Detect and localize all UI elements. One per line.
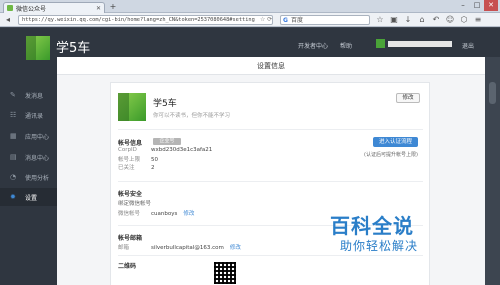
chat-icon[interactable]: ☺ — [445, 15, 455, 25]
divider — [118, 129, 423, 130]
sidebar-item-label: 消息中心 — [25, 154, 50, 162]
divider — [118, 181, 423, 182]
sidebar-item-label: 设置 — [25, 194, 38, 202]
apps-icon: ▦ — [10, 132, 17, 140]
edit-button[interactable]: 修改 — [396, 93, 420, 103]
account-logo — [118, 93, 146, 121]
sidebar-item-label: 发消息 — [25, 92, 44, 100]
followed-value: 2 — [151, 165, 155, 171]
back-icon[interactable]: ◂ — [3, 15, 13, 25]
browser-tab-bar: 微信公众号 ✕ + – □ ✕ — [0, 0, 500, 13]
sidebar-item-apps[interactable]: ▦ 应用中心 — [0, 127, 57, 145]
corp-id-value: wxbd230d3e1c3afa21 — [151, 147, 213, 153]
qr-code-heading: 二维码 — [118, 263, 137, 270]
clipboard-icon[interactable]: ▣ — [389, 15, 399, 25]
account-email-heading: 帐号邮箱 — [118, 235, 143, 242]
maximize-button[interactable]: □ — [470, 0, 484, 11]
bind-wechat-label: 绑定微信帐号 — [118, 201, 152, 207]
pen-icon: ✎ — [10, 91, 16, 99]
sidebar-item-messages[interactable]: ▤ 消息中心 — [0, 148, 57, 166]
account-type-badge: 企业号 — [153, 138, 181, 145]
page-title: 设置信息 — [57, 57, 485, 75]
sidebar-item-send-message[interactable]: ✎ 发消息 — [0, 86, 57, 104]
sidebar: ✎ 发消息 ☷ 通讯录 ▦ 应用中心 ▤ 消息中心 ◔ 使用分析 ✹ 设置 — [0, 66, 57, 285]
home-icon[interactable]: ⌂ — [417, 15, 427, 25]
tab-title: 微信公众号 — [16, 5, 47, 13]
contacts-icon: ☷ — [10, 111, 17, 119]
email-row: 邮箱 silverbullcapital@163.com 修改 — [118, 243, 241, 251]
favicon-icon — [7, 5, 13, 11]
sidebar-item-contacts[interactable]: ☷ 通讯录 — [0, 106, 57, 124]
search-engine-icon: G — [283, 17, 288, 24]
url-field[interactable]: https://qy.weixin.qq.com/cgi-bin/home?la… — [18, 15, 273, 25]
window-controls: – □ ✕ — [456, 0, 498, 11]
wechat-label: 微信帐号 — [118, 211, 141, 217]
app-name: 学5车 — [56, 41, 91, 56]
account-security-heading: 帐号安全 — [118, 191, 143, 198]
search-placeholder: 百度 — [291, 17, 304, 24]
sidebar-item-label: 通讯录 — [25, 112, 44, 120]
wechat-value: cuanboys — [151, 211, 178, 217]
close-window-button[interactable]: ✕ — [484, 0, 498, 11]
account-info-heading: 帐号信息 — [118, 140, 143, 147]
app-logo — [26, 36, 50, 60]
star-icon[interactable]: ☆ — [375, 15, 385, 25]
menu-icon[interactable]: ≡ — [473, 15, 483, 25]
avatar[interactable] — [376, 39, 385, 48]
close-tab-icon[interactable]: ✕ — [96, 5, 101, 12]
wechat-row: 微信帐号 cuanboys 修改 — [118, 209, 194, 217]
watermark-subtitle: 助你轻松解决 — [340, 239, 419, 253]
scrollbar-thumb[interactable] — [489, 82, 496, 104]
email-label: 邮箱 — [118, 245, 130, 251]
followed-label: 已关注 — [118, 165, 135, 171]
email-value: silverbullcapital@163.com — [151, 245, 224, 251]
sidebar-item-label: 应用中心 — [25, 133, 50, 141]
corp-id-label: CorpID — [118, 147, 137, 153]
logout-link[interactable]: 退出 — [462, 41, 474, 50]
developer-center-link[interactable]: 开发者中心 — [298, 41, 328, 50]
watermark-title: 百科全说 — [330, 214, 414, 238]
followed-row: 已关注 2 — [118, 163, 155, 171]
watermark: 百科全说 助你轻松解决 — [320, 210, 490, 258]
account-name: 学5车 — [153, 99, 177, 109]
browser-tab[interactable]: 微信公众号 ✕ — [3, 2, 105, 13]
help-link[interactable]: 帮助 — [340, 41, 352, 50]
address-bar: ◂ https://qy.weixin.qq.com/cgi-bin/home?… — [0, 13, 500, 27]
bookmark-star-icon[interactable]: ☆ ⟳ — [260, 16, 272, 23]
limit-row: 帐号上限 50 — [118, 155, 158, 163]
verify-button[interactable]: 进入认证流程 — [373, 137, 418, 147]
toolbar-icons: ☆ ▣ ↓ ⌂ ↶ ☺ ⬡ ≡ — [375, 15, 483, 25]
sidebar-item-label: 使用分析 — [25, 174, 50, 182]
email-modify-link[interactable]: 修改 — [230, 245, 241, 251]
account-slogan: 你可以不读书，但你不能不学习 — [153, 113, 231, 119]
sidebar-item-settings[interactable]: ✹ 设置 — [0, 188, 57, 206]
sidebar-item-analytics[interactable]: ◔ 使用分析 — [0, 168, 57, 186]
verify-note: (认证后可提升帐号上限) — [364, 152, 418, 158]
limit-label: 帐号上限 — [118, 157, 141, 163]
analytics-icon: ◔ — [10, 173, 17, 181]
minimize-button[interactable]: – — [456, 0, 470, 11]
addon-icon[interactable]: ⬡ — [459, 15, 469, 25]
account-name-redacted — [388, 41, 452, 47]
message-icon: ▤ — [10, 153, 17, 161]
corp-id-row: CorpID wxbd230d3e1c3afa21 — [118, 147, 212, 153]
back-arrow-icon[interactable]: ↶ — [431, 15, 441, 25]
gear-icon: ✹ — [10, 193, 16, 201]
search-input[interactable]: G 百度 — [280, 15, 370, 25]
wechat-modify-link[interactable]: 修改 — [183, 211, 194, 217]
new-tab-button[interactable]: + — [108, 2, 118, 12]
qr-code-image — [214, 262, 236, 284]
download-icon[interactable]: ↓ — [403, 15, 413, 25]
